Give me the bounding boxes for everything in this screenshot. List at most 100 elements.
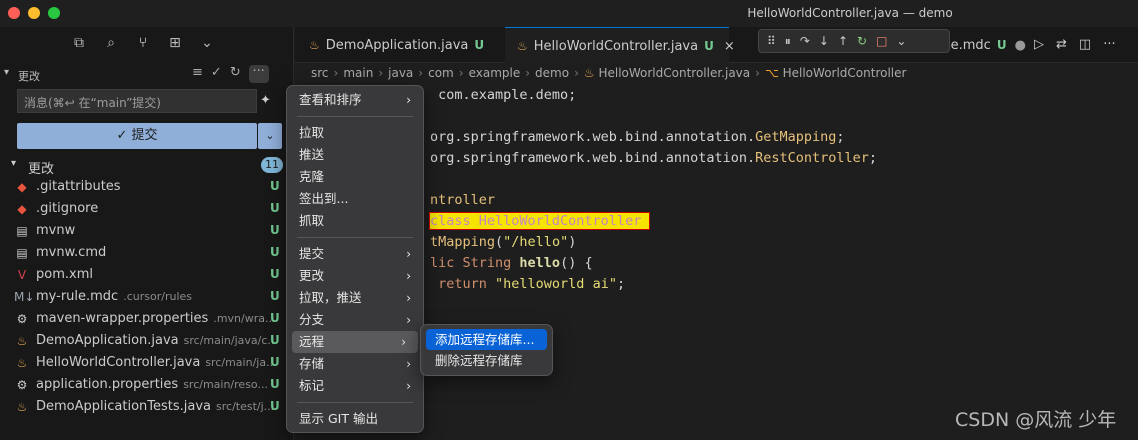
pause-icon[interactable]: ⏸ [785,34,791,49]
menu-separator [297,402,413,403]
chevron-right-icon: › [406,291,411,305]
tab-demo-application[interactable]: ♨ DemoApplication.java U [295,27,505,63]
menu-item[interactable]: 远程 › [292,331,418,353]
breadcrumb-item[interactable]: java [388,66,413,80]
menu-item[interactable]: 显示 GIT 输出 [287,408,423,430]
changes-group-header[interactable]: ▾ 更改 11 [0,155,294,177]
breadcrumb-item[interactable]: demo [535,66,569,80]
changed-files-list: ◆ .gitattributes U ◆ .gitignore U ▤ mvnw U ▤ mvnw.… [0,176,294,418]
chevron-right-icon: › [406,269,411,283]
chevron-down-icon: ▾ [11,158,17,169]
minimize-window-button[interactable] [28,7,40,19]
menu-item[interactable]: 查看和排序 › [287,89,423,111]
source-control-icon[interactable]: ⑂ [134,35,152,51]
chevron-right-icon: › [574,66,579,80]
breadcrumb-item[interactable]: main [343,66,373,80]
chevron-down-icon[interactable]: ⌄ [198,35,216,51]
code-editor[interactable]: com.example.demo; org.springframework.we… [428,85,1130,295]
add-remote-menu-item[interactable]: 添加远程存储库... [426,329,547,350]
breadcrumb-item[interactable]: com [428,66,454,80]
drag-handle-icon[interactable]: ⠿ [767,34,776,48]
dirty-dot-icon[interactable]: ● [1015,38,1026,53]
menu-item[interactable]: 克隆 [287,166,423,188]
file-status: U [270,201,280,215]
file-path: src/main/reso... [183,378,268,391]
zoom-window-button[interactable] [48,7,60,19]
scm-section-header[interactable]: ▾ 更改 ≡ ✓ ↻ ··· [0,65,294,85]
tab-status: U [474,38,485,52]
run-icon[interactable]: ▷ [1034,37,1044,52]
changed-file-row[interactable]: ▤ mvnw U [0,220,294,242]
remove-remote-menu-item[interactable]: 删除远程存储库 [426,350,547,371]
changed-file-row[interactable]: ♨ DemoApplication.java src/main/java/c... U [0,330,294,352]
java-icon: ♨ [583,66,599,80]
file-status: U [270,245,280,259]
file-name: .gitignore [36,201,99,216]
editor-tab-bar: ♨ DemoApplication.java U ♨ HelloWorldContro… [295,27,1138,63]
chevron-right-icon: › [378,66,384,80]
menu-item[interactable]: 推送 [287,144,423,166]
sparkle-icon[interactable]: ✦ [260,93,271,108]
tab-status: U [704,39,714,53]
search-icon[interactable]: ⌕ [102,35,120,51]
extensions-icon[interactable]: ⊞ [166,35,184,51]
refresh-icon[interactable]: ↻ [230,65,241,83]
changed-file-row[interactable]: ◆ .gitignore U [0,198,294,220]
split-editor-icon[interactable]: ◫ [1079,37,1091,52]
commit-message-input[interactable]: 消息(⌘↩ 在“main”提交) [17,89,257,113]
step-into-icon[interactable]: ↓ [819,34,829,48]
code-line: org.springframework.web.bind.annotation.… [430,150,878,166]
more-icon[interactable]: ··· [1103,37,1115,52]
code-line: org.springframework.web.bind.annotation.… [430,129,845,145]
tab-label: HelloWorldController.java [533,39,699,54]
menu-item-label: 查看和排序 [299,92,362,107]
breadcrumb-item[interactable]: HelloWorldController [783,66,907,80]
chevron-right-icon: › [525,66,531,80]
compare-icon[interactable]: ⇄ [1056,37,1067,52]
restart-icon[interactable]: ↻ [857,34,867,48]
menu-item[interactable]: 存储 › [287,353,423,375]
list-view-icon[interactable]: ≡ [192,65,203,83]
changed-file-row[interactable]: ◆ .gitattributes U [0,176,294,198]
menu-item[interactable]: 拉取，推送 › [287,287,423,309]
close-icon[interactable]: × [724,39,735,54]
tab-my-rule[interactable]: le.mdc U ● [947,27,1037,63]
changed-file-row[interactable]: M↓ my-rule.mdc .cursor/rules U [0,286,294,308]
chevron-down-icon[interactable]: ⌄ [896,34,906,48]
close-window-button[interactable] [8,7,20,19]
commit-dropdown-button[interactable]: ⌄ [258,123,282,149]
changed-file-row[interactable]: ▤ mvnw.cmd U [0,242,294,264]
menu-item[interactable]: 标记 › [287,375,423,397]
breadcrumb-item[interactable]: HelloWorldController.java [598,66,750,80]
class-icon: ⌥ [764,66,783,80]
more-actions-button[interactable]: ··· [248,65,269,83]
changed-file-row[interactable]: ⚙ maven-wrapper.properties .mvn/wra... U [0,308,294,330]
stop-icon[interactable]: □ [876,34,887,48]
file-name: my-rule.mdc .cursor/rules [36,289,192,304]
changed-file-row[interactable]: ⚙ application.properties src/main/reso... U [0,374,294,396]
menu-item[interactable]: 抓取 [287,210,423,232]
check-icon[interactable]: ✓ [211,65,222,83]
file-icon: ▤ [16,246,28,260]
changed-file-row[interactable]: ♨ DemoApplicationTests.java src/test/j... U [0,396,294,418]
menu-item[interactable]: 分支 › [287,309,423,331]
step-over-icon[interactable]: ↷ [800,34,810,48]
menu-item[interactable]: 提交 › [287,243,423,265]
changed-file-row[interactable]: Vpom.xml U [0,264,294,286]
breadcrumb-item[interactable]: example [469,66,521,80]
chevron-right-icon: › [458,66,464,80]
step-out-icon[interactable]: ↑ [838,34,848,48]
file-path: src/main/java/c... [183,334,278,347]
breadcrumb-item[interactable]: src [311,66,329,80]
menu-item-label: 提交 [299,246,325,261]
changed-file-row[interactable]: ♨ HelloWorldController.java src/main/ja...… [0,352,294,374]
watermark: CSDN @风流 少年 [955,409,1117,431]
menu-item[interactable]: 更改 › [287,265,423,287]
chevron-right-icon: › [406,379,411,393]
files-icon[interactable]: ⧉ [70,35,88,51]
commit-button[interactable]: ✓ 提交 [17,123,257,149]
tab-hello-world-controller[interactable]: ♨ HelloWorldController.java U × [505,27,735,63]
menu-item[interactable]: 签出到... [287,188,423,210]
menu-item[interactable]: 拉取 [287,122,423,144]
